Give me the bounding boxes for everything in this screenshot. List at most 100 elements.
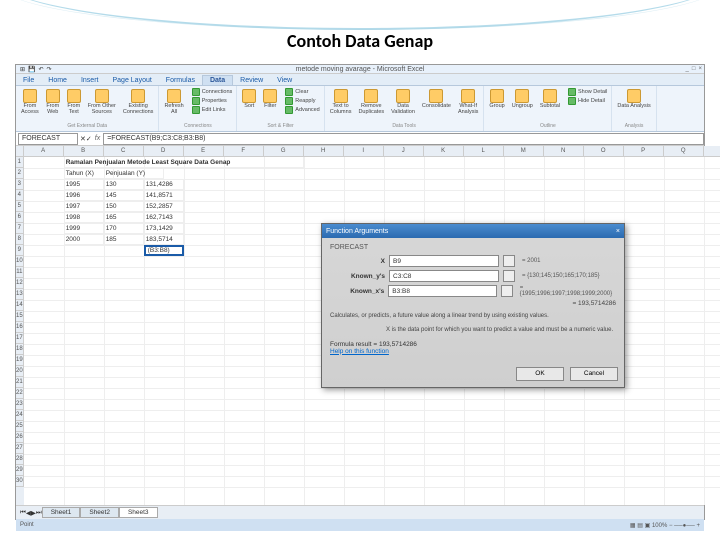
ribbon-btn-from-other-sources[interactable]: From OtherSources: [86, 88, 118, 116]
ribbon-btn-from-web[interactable]: FromWeb: [44, 88, 62, 116]
col-header[interactable]: A: [24, 146, 64, 157]
ribbon-btn-data-validation[interactable]: DataValidation: [389, 88, 417, 116]
tab-formulas[interactable]: Formulas: [159, 76, 202, 85]
ribbon-btn-reapply[interactable]: Reapply: [284, 97, 320, 105]
col-header[interactable]: K: [424, 146, 464, 157]
cell[interactable]: 145: [104, 190, 144, 201]
view-break-icon[interactable]: ▣: [645, 523, 651, 529]
cell[interactable]: 1997: [64, 201, 104, 212]
help-link[interactable]: Help on this function: [330, 348, 616, 355]
arg-input-X[interactable]: B9: [389, 255, 499, 267]
ribbon-btn-what-if-analysis[interactable]: What-IfAnalysis: [456, 88, 480, 116]
cell[interactable]: 173,1429: [144, 223, 184, 234]
ribbon-btn-show-detail[interactable]: Show Detail: [567, 88, 608, 96]
fx-icon[interactable]: fx: [92, 135, 103, 142]
row-header[interactable]: 13: [16, 289, 24, 300]
row-header[interactable]: 14: [16, 300, 24, 311]
row-header[interactable]: 24: [16, 410, 24, 421]
ribbon-btn-from-access[interactable]: FromAccess: [19, 88, 41, 116]
sheet-tab-sheet3[interactable]: Sheet3: [119, 507, 158, 518]
row-header[interactable]: 8: [16, 234, 24, 245]
row-header[interactable]: 27: [16, 443, 24, 454]
row-header[interactable]: 17: [16, 333, 24, 344]
col-header[interactable]: P: [624, 146, 664, 157]
row-header[interactable]: 26: [16, 432, 24, 443]
row-header[interactable]: 12: [16, 278, 24, 289]
row-header[interactable]: 25: [16, 421, 24, 432]
cell[interactable]: 1995: [64, 179, 104, 190]
ribbon-btn-advanced[interactable]: Advanced: [284, 106, 320, 114]
col-header[interactable]: H: [304, 146, 344, 157]
row-header[interactable]: 16: [16, 322, 24, 333]
cell[interactable]: 131,4286: [144, 179, 184, 190]
range-select-icon[interactable]: [503, 255, 515, 267]
zoom-out-icon[interactable]: −: [669, 523, 673, 529]
col-header[interactable]: E: [184, 146, 224, 157]
ribbon-btn-ungroup[interactable]: Ungroup: [510, 88, 535, 111]
close-icon[interactable]: ×: [698, 66, 702, 72]
sheet-tab-sheet1[interactable]: Sheet1: [42, 507, 81, 518]
col-header[interactable]: N: [544, 146, 584, 157]
tab-data[interactable]: Data: [202, 75, 233, 85]
cell[interactable]: (B3:B8): [144, 245, 184, 256]
tab-review[interactable]: Review: [233, 76, 270, 85]
row-header[interactable]: 9: [16, 245, 24, 256]
cell[interactable]: 183,5714: [144, 234, 184, 245]
ribbon-btn-properties[interactable]: Properties: [191, 97, 234, 105]
cell[interactable]: 152,2857: [144, 201, 184, 212]
ribbon-btn-from-text[interactable]: FromText: [65, 88, 83, 116]
ribbon-btn-hide-detail[interactable]: Hide Detail: [567, 97, 608, 105]
col-header[interactable]: G: [264, 146, 304, 157]
zoom-in-icon[interactable]: +: [696, 523, 700, 529]
ribbon-btn-refresh-all[interactable]: RefreshAll: [162, 88, 185, 116]
range-select-icon[interactable]: [501, 285, 513, 297]
sheet-tab-sheet2[interactable]: Sheet2: [80, 507, 119, 518]
range-select-icon[interactable]: [503, 270, 515, 282]
ribbon-btn-filter[interactable]: Filter: [261, 88, 279, 114]
col-header[interactable]: O: [584, 146, 624, 157]
col-header[interactable]: C: [104, 146, 144, 157]
cell[interactable]: 170: [104, 223, 144, 234]
tab-page-layout[interactable]: Page Layout: [105, 76, 158, 85]
ribbon-btn-clear[interactable]: Clear: [284, 88, 320, 96]
col-header[interactable]: F: [224, 146, 264, 157]
tab-home[interactable]: Home: [41, 76, 74, 85]
ribbon-btn-remove-duplicates[interactable]: RemoveDuplicates: [356, 88, 386, 116]
row-header[interactable]: 28: [16, 454, 24, 465]
cell[interactable]: 1998: [64, 212, 104, 223]
cell[interactable]: 185: [104, 234, 144, 245]
col-header[interactable]: D: [144, 146, 184, 157]
minimize-icon[interactable]: _: [686, 66, 689, 72]
row-header[interactable]: 10: [16, 256, 24, 267]
tab-view[interactable]: View: [270, 76, 299, 85]
cell[interactable]: 130: [104, 179, 144, 190]
col-header[interactable]: L: [464, 146, 504, 157]
row-header[interactable]: 22: [16, 388, 24, 399]
ribbon-btn-group[interactable]: Group: [487, 88, 506, 111]
maximize-icon[interactable]: □: [692, 66, 696, 72]
col-header[interactable]: R: [704, 146, 720, 157]
view-layout-icon[interactable]: ▤: [637, 523, 643, 529]
cell[interactable]: 2000: [64, 234, 104, 245]
undo-icon[interactable]: ↶: [39, 66, 44, 73]
arg-input-Known_y's[interactable]: C3:C8: [389, 270, 499, 282]
arg-input-Known_x's[interactable]: B3:B8: [388, 285, 497, 297]
row-header[interactable]: 11: [16, 267, 24, 278]
row-header[interactable]: 6: [16, 212, 24, 223]
row-header[interactable]: 19: [16, 355, 24, 366]
dialog-close-icon[interactable]: ×: [616, 228, 620, 235]
ribbon-btn-data-analysis[interactable]: Data Analysis: [615, 88, 652, 111]
row-header[interactable]: 30: [16, 476, 24, 487]
zoom-level[interactable]: 100%: [652, 523, 667, 529]
row-header[interactable]: 21: [16, 377, 24, 388]
col-header[interactable]: B: [64, 146, 104, 157]
row-header[interactable]: 15: [16, 311, 24, 322]
ribbon-btn-subtotal[interactable]: Subtotal: [538, 88, 562, 111]
ok-button[interactable]: OK: [516, 367, 564, 381]
ribbon-btn-connections[interactable]: Connections: [191, 88, 234, 96]
save-icon[interactable]: 💾: [28, 66, 35, 73]
col-header[interactable]: I: [344, 146, 384, 157]
row-header[interactable]: 3: [16, 179, 24, 190]
cell[interactable]: 165: [104, 212, 144, 223]
zoom-slider[interactable]: ──●──: [674, 523, 695, 529]
